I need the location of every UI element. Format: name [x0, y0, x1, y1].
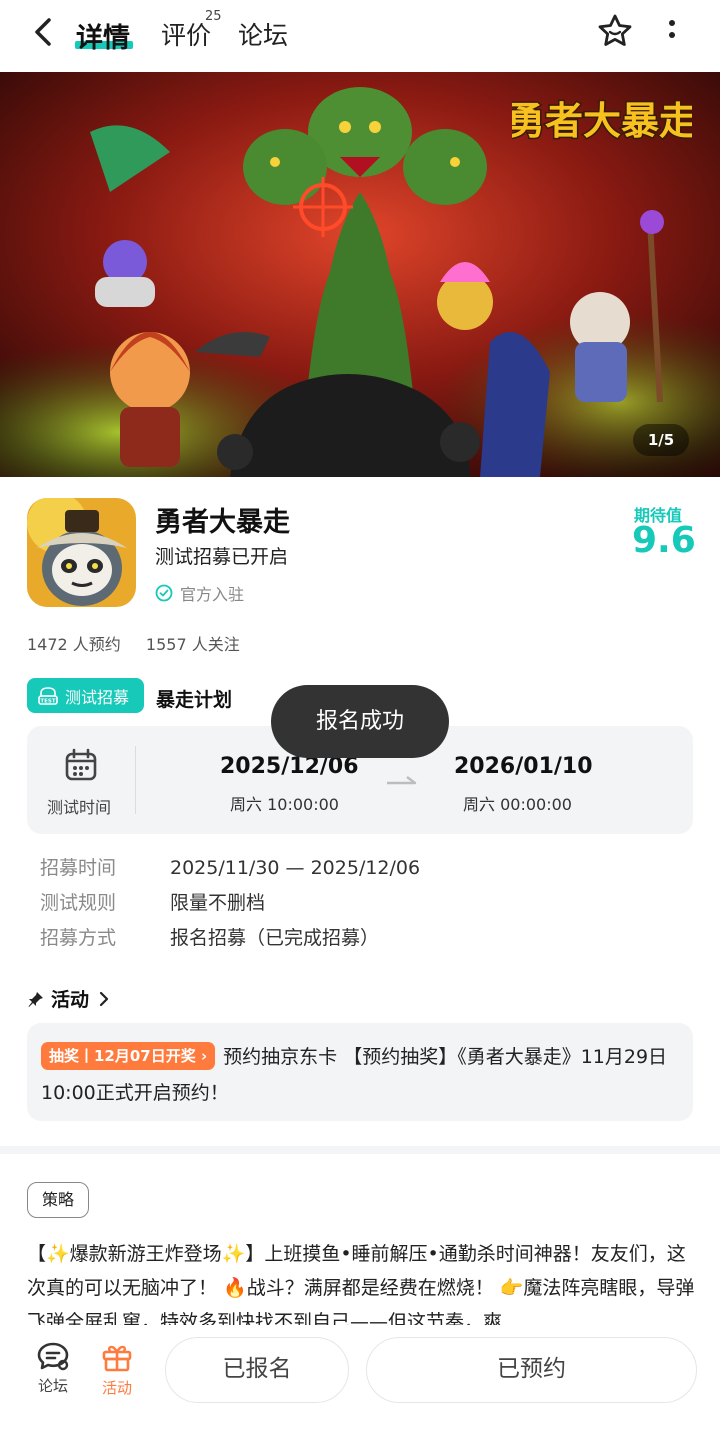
tab-detail[interactable]: 详情 — [76, 16, 130, 55]
recruit-method-value: 报名招募（已完成招募） — [170, 927, 380, 949]
gift-icon — [102, 1345, 132, 1372]
check-circle-icon — [155, 584, 173, 602]
activity-section-header[interactable]: 活动 — [27, 985, 119, 1012]
forum-icon — [37, 1342, 69, 1371]
recruit-time-row: 招募时间 2025/11/30 — 2025/12/06 — [40, 853, 420, 880]
test-recruit-badge: TEST 测试招募 — [27, 678, 144, 713]
test-recruit-label: 测试招募 — [65, 687, 130, 707]
recruit-method-row: 招募方式 报名招募（已完成招募） — [40, 923, 379, 950]
svg-text:TEST: TEST — [40, 698, 55, 704]
test-start-time: 周六 10:00:00 — [230, 795, 339, 814]
game-title: 勇者大暴走 — [155, 507, 290, 538]
lottery-tag: 抽奖丨12月07日开奖 › — [41, 1042, 216, 1070]
reservation-count: 1472 人预约 — [27, 635, 121, 654]
top-nav-bar: 详情 评价 25 论坛 — [0, 0, 720, 72]
activity-card[interactable]: 抽奖丨12月07日开奖 › 预约抽京东卡 【预约抽奖】《勇者大暴走》11月29日1… — [27, 1023, 693, 1121]
expectation-score: 9.6 — [632, 520, 696, 561]
test-rule-value: 限量不删档 — [170, 892, 266, 914]
bottom-activity-label: 活动 — [101, 1379, 132, 1397]
game-logo-text: 勇者大暴走 — [512, 99, 692, 143]
divider — [135, 746, 136, 814]
recruit-time-value: 2025/11/30 — 2025/12/06 — [170, 857, 421, 879]
official-badge: 官方入驻 — [155, 581, 244, 605]
follow-count: 1557 人关注 — [145, 635, 240, 654]
test-icon: TEST — [38, 686, 58, 705]
game-banner-carousel[interactable]: 勇者大暴走 — [0, 72, 720, 477]
test-rule-key: 测试规则 — [40, 892, 117, 914]
lottery-tag-label: 抽奖丨12月07日开奖 — [49, 1047, 196, 1065]
reserved-button[interactable]: 已预约 — [366, 1337, 697, 1403]
star-icon[interactable] — [596, 12, 634, 50]
game-subtitle: 测试招募已开启 — [155, 546, 289, 568]
official-badge-label: 官方入驻 — [180, 585, 245, 604]
game-logo: 勇者大暴走 — [512, 88, 692, 152]
review-count-badge: 25 — [205, 9, 222, 24]
arrow-right-icon — [387, 776, 417, 785]
section-separator — [0, 1146, 720, 1154]
activity-heading: 活动 — [51, 989, 90, 1011]
toast-message: 报名成功 — [271, 685, 449, 758]
back-icon[interactable] — [26, 14, 62, 50]
test-time-label: 测试时间 — [47, 798, 112, 817]
more-icon[interactable] — [664, 18, 680, 46]
pin-icon — [28, 991, 43, 1007]
signed-up-button[interactable]: 已报名 — [165, 1337, 349, 1403]
banner-page-counter: 1/5 — [633, 424, 689, 456]
chevron-right-icon — [99, 991, 109, 1006]
calendar-icon — [65, 748, 97, 781]
recruit-method-key: 招募方式 — [40, 927, 117, 949]
bottom-forum-label: 论坛 — [37, 1377, 68, 1395]
tab-review[interactable]: 评价 — [161, 16, 211, 52]
strategy-tag: 策略 — [27, 1182, 89, 1218]
bottom-activity-button[interactable]: 活动 — [87, 1341, 147, 1398]
game-stats: 1472 人预约 1557 人关注 — [27, 631, 260, 655]
test-rule-row: 测试规则 限量不删档 — [40, 888, 265, 915]
test-end-date: 2026/01/10 — [454, 754, 593, 779]
tab-forum[interactable]: 论坛 — [238, 16, 288, 52]
game-app-icon — [27, 498, 136, 607]
bottom-action-bar: 论坛 活动 已报名 已预约 — [0, 1325, 720, 1433]
strategy-text[interactable]: 【✨爆款新游王炸登场✨】上班摸鱼•睡前解压•通勤杀时间神器！友友们，这次真的可以… — [27, 1237, 695, 1329]
recruit-time-key: 招募时间 — [40, 857, 117, 879]
test-end-time: 周六 00:00:00 — [463, 795, 572, 814]
test-plan-name: 暴走计划 — [156, 689, 233, 711]
bottom-forum-button[interactable]: 论坛 — [23, 1341, 83, 1396]
